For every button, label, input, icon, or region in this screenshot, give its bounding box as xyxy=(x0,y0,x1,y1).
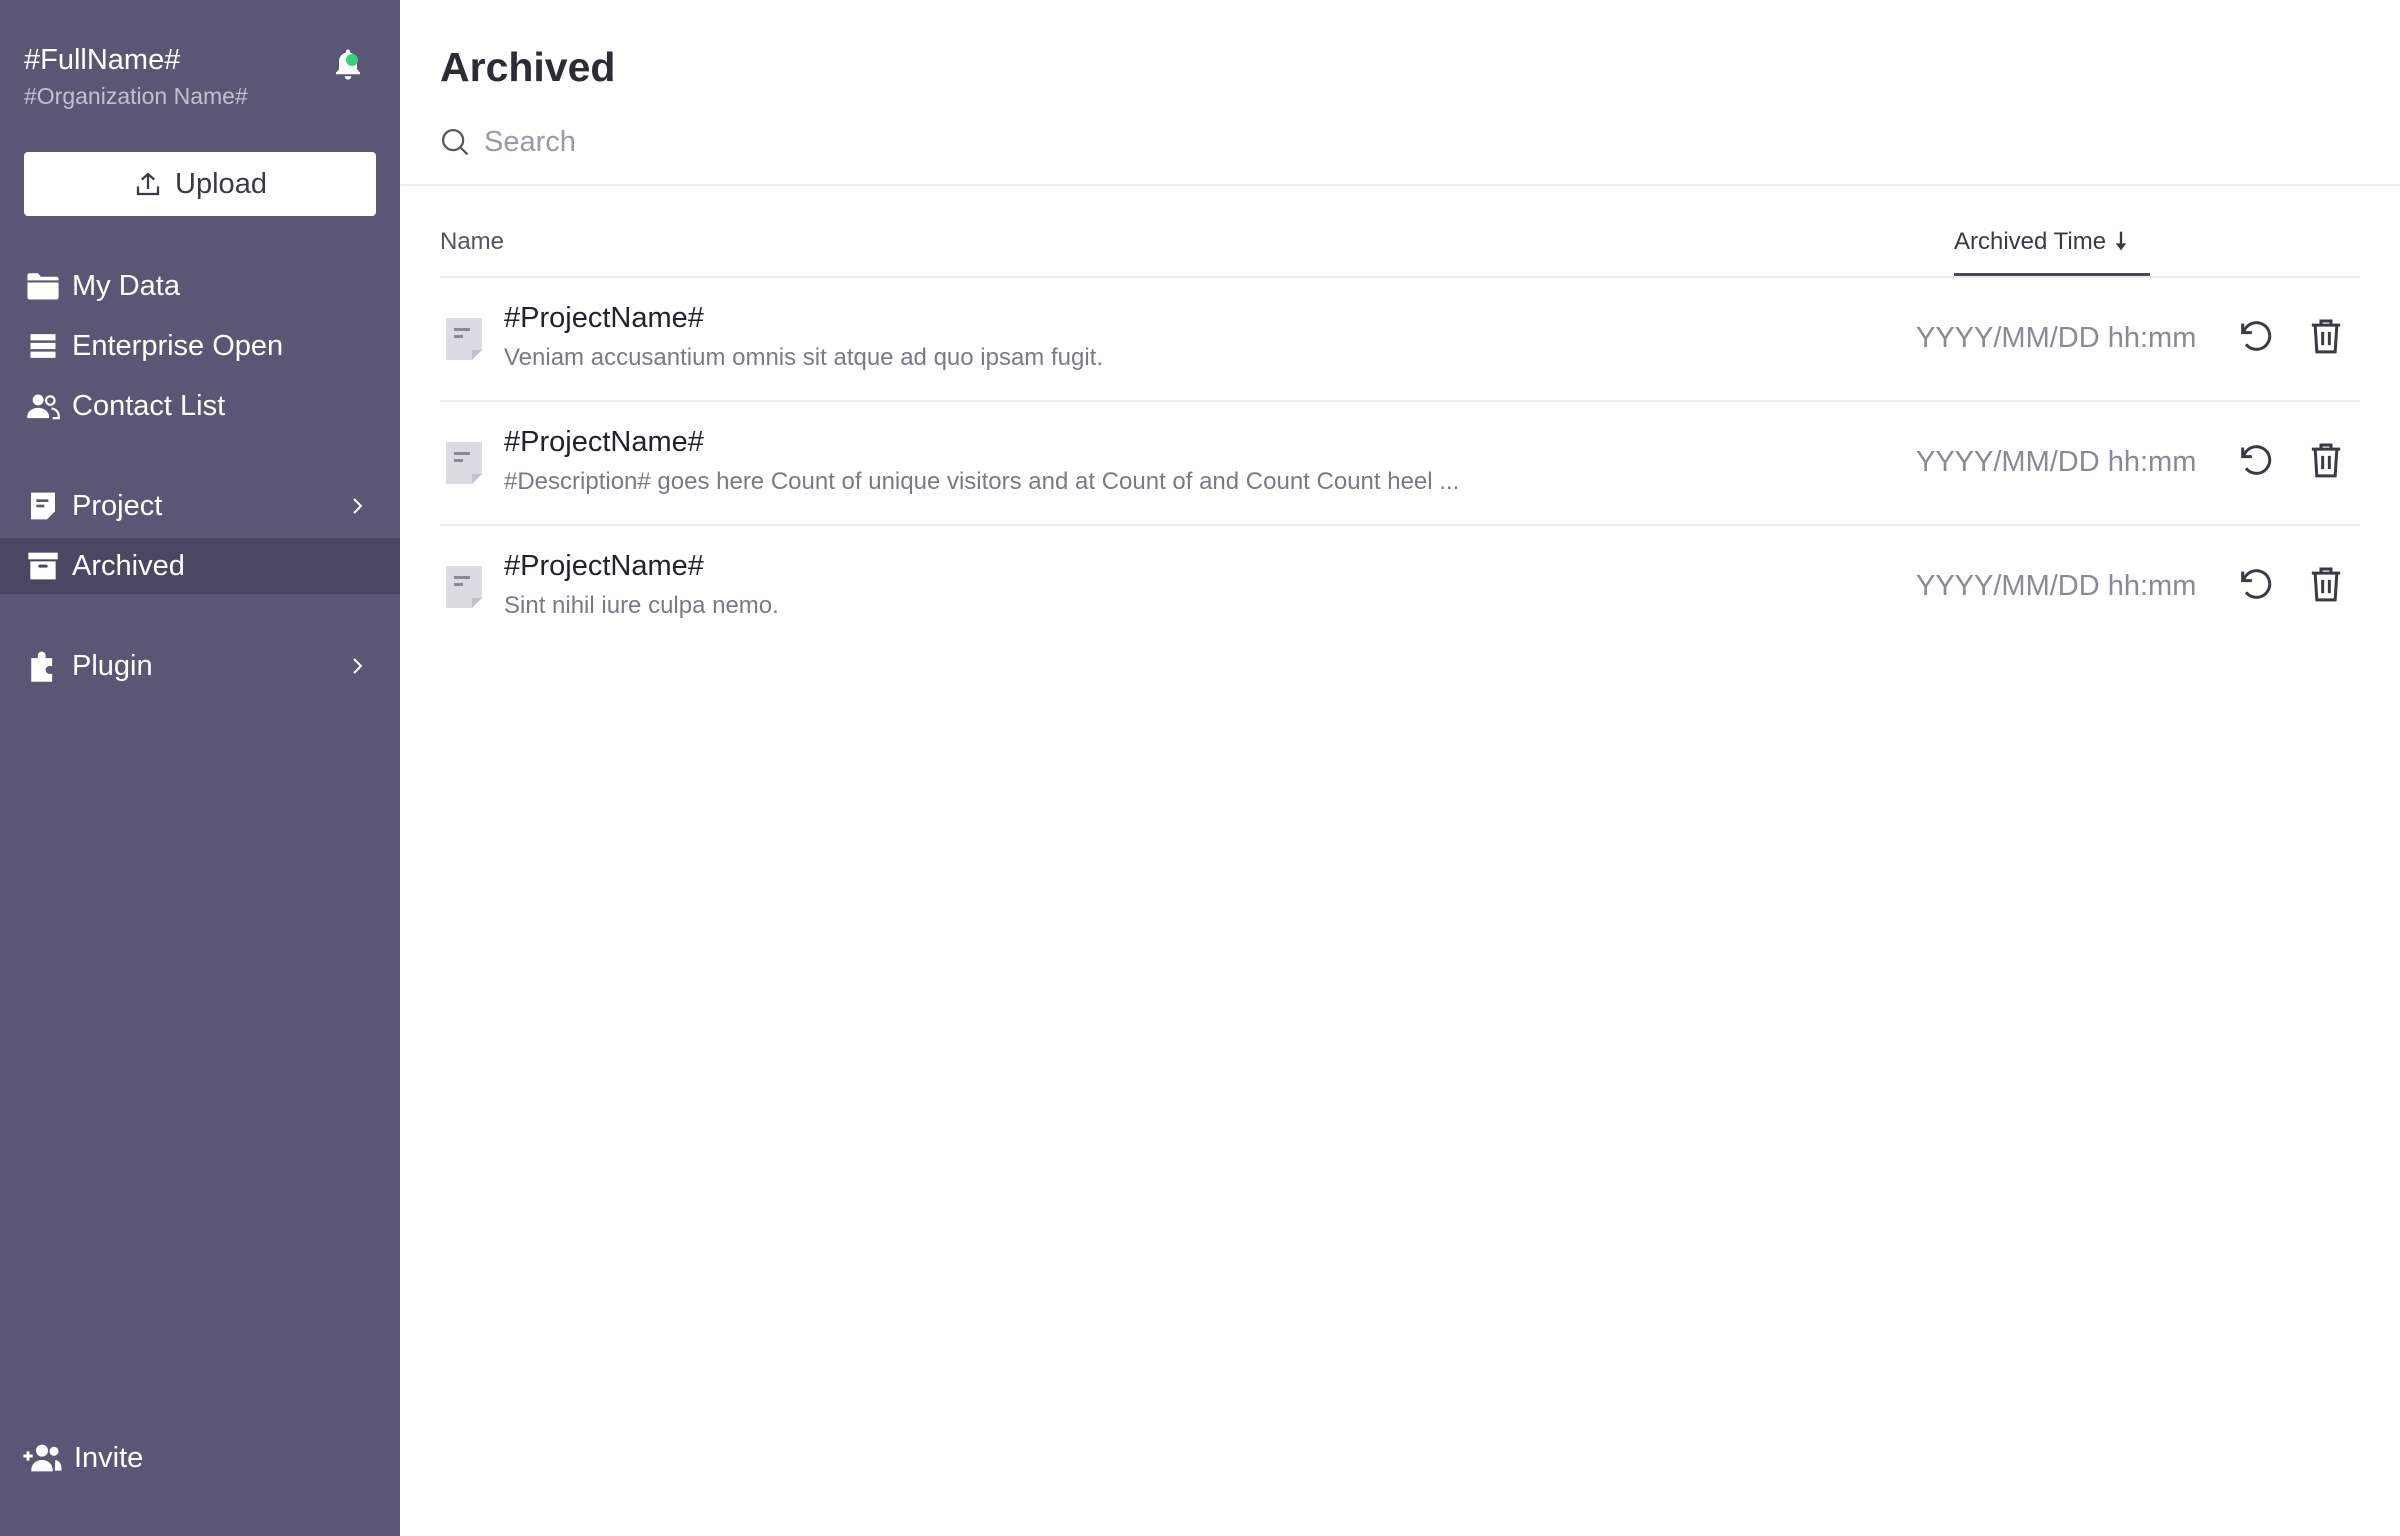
bell-icon xyxy=(336,49,360,80)
search-input[interactable] xyxy=(484,125,1004,159)
app-root: #FullName# #Organization Name# Upload My… xyxy=(0,0,2400,1536)
sidebar-item-label: My Data xyxy=(72,269,180,302)
sidebar-item-archived[interactable]: Archived xyxy=(0,538,400,594)
chevron-right-icon xyxy=(353,658,363,674)
sidebar-item-label: Enterprise Open xyxy=(72,329,284,362)
column-header-archived-time[interactable]: Archived Time xyxy=(1954,228,2150,276)
project-name: #ProjectName# xyxy=(504,426,704,458)
project-file-icon xyxy=(446,442,482,484)
project-description: Veniam accusantium omnis sit atque ad qu… xyxy=(504,344,1103,371)
project-description: Sint nihil iure culpa nemo. xyxy=(504,592,779,619)
database-icon xyxy=(26,329,60,363)
sidebar-item-label: Contact List xyxy=(72,389,226,422)
organization-name: #Organization Name# xyxy=(24,83,248,109)
header-divider xyxy=(400,184,2400,186)
sidebar-item-contact-list[interactable]: Contact List xyxy=(0,378,400,434)
upload-label: Upload xyxy=(175,167,267,200)
restore-icon[interactable] xyxy=(2236,564,2276,604)
chevron-right-icon xyxy=(353,498,363,514)
sidebar-item-project[interactable]: Project xyxy=(0,478,400,534)
sidebar-item-enterprise-open[interactable]: Enterprise Open xyxy=(0,318,400,374)
project-file-icon xyxy=(446,318,482,360)
archived-time: YYYY/MM/DD hh:mm xyxy=(1916,446,2197,478)
search-bar xyxy=(440,122,1040,162)
table-row[interactable]: #ProjectName# Sint nihil iure culpa nemo… xyxy=(440,526,2360,650)
add-person-icon xyxy=(23,1444,62,1472)
project-file-icon xyxy=(446,566,482,608)
main-content: Archived Name Archived Time #ProjectName… xyxy=(400,0,2400,1536)
table-row[interactable]: #ProjectName# Veniam accusantium omnis s… xyxy=(440,278,2360,402)
sidebar-item-plugin[interactable]: Plugin xyxy=(0,638,400,694)
archive-box-icon xyxy=(26,549,60,583)
document-icon xyxy=(26,489,60,523)
user-name: #FullName# xyxy=(24,44,181,76)
sidebar-item-label: Project xyxy=(72,489,163,522)
table-row[interactable]: #ProjectName# #Description# goes here Co… xyxy=(440,402,2360,526)
notification-button[interactable] xyxy=(330,46,366,86)
user-block: #FullName# #Organization Name# xyxy=(24,40,376,112)
sidebar-item-my-data[interactable]: My Data xyxy=(0,258,400,314)
project-description: #Description# goes here Count of unique … xyxy=(504,468,1460,495)
column-header-label: Archived Time xyxy=(1954,228,2107,255)
project-name: #ProjectName# xyxy=(504,302,704,334)
upload-button[interactable]: Upload xyxy=(24,152,376,216)
trash-icon[interactable] xyxy=(2306,440,2346,480)
sidebar: #FullName# #Organization Name# Upload My… xyxy=(0,0,400,1536)
invite-button[interactable]: Invite xyxy=(22,1434,143,1482)
column-header-name[interactable]: Name xyxy=(440,228,504,256)
sidebar-item-label: Plugin xyxy=(72,649,153,682)
invite-label: Invite xyxy=(74,1441,144,1474)
trash-icon[interactable] xyxy=(2306,564,2346,604)
trash-icon[interactable] xyxy=(2306,316,2346,356)
puzzle-icon xyxy=(26,649,60,683)
archived-time: YYYY/MM/DD hh:mm xyxy=(1916,322,2197,354)
notification-dot xyxy=(346,54,358,66)
archived-time: YYYY/MM/DD hh:mm xyxy=(1916,570,2197,602)
restore-icon[interactable] xyxy=(2236,440,2276,480)
search-icon xyxy=(442,129,469,156)
sort-down-arrow-icon xyxy=(2115,231,2127,251)
page-title: Archived xyxy=(440,44,616,90)
table-header: Name Archived Time xyxy=(440,210,2360,278)
restore-icon[interactable] xyxy=(2236,316,2276,356)
project-name: #ProjectName# xyxy=(504,550,704,582)
people-icon xyxy=(26,389,60,423)
upload-icon xyxy=(136,172,160,196)
sidebar-item-label: Archived xyxy=(72,549,185,582)
folder-icon xyxy=(26,269,60,303)
